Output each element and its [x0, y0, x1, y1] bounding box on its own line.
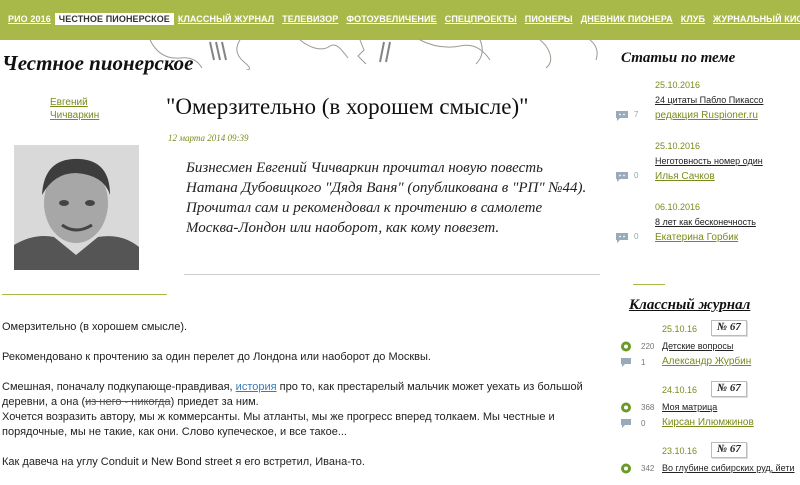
article-lead: Бизнесмен Евгений Чичваркин прочитал нов… — [186, 160, 587, 236]
article-date: 12 марта 2014 09:39 — [168, 133, 249, 143]
text-span: Смешная, поначалу подкупающе-правдивая, — [2, 381, 236, 393]
related-title-link[interactable]: 8 лет как бесконечность — [655, 217, 756, 227]
top-navigation-bar: РИО 2016 ЧЕСТНОЕ ПИОНЕРСКОЕ КЛАССНЫЙ ЖУР… — [0, 0, 800, 70]
paragraph: Омерзительно (в хорошем смысле). — [2, 321, 188, 333]
nav-item-class-journal[interactable]: КЛАССНЫЙ ЖУРНАЛ — [174, 13, 278, 25]
article-body: Омерзительно (в хорошем смысле). Рекомен… — [2, 320, 602, 485]
nav-item-tv[interactable]: ТЕЛЕВИЗОР — [278, 13, 342, 25]
views-count: 220 — [641, 342, 655, 351]
comments-count: 0 — [634, 232, 639, 241]
journal-date: 24.10.16 — [662, 385, 698, 395]
related-author-link[interactable]: Екатерина Горбик — [655, 232, 738, 243]
issue-badge[interactable]: № 67 — [711, 381, 747, 397]
comments-icon — [621, 419, 631, 428]
comments-count: 1 — [641, 358, 646, 367]
comments-icon — [616, 111, 628, 121]
article-title: "Омерзительно (в хорошем смысле)" — [166, 94, 529, 119]
journal-title-link[interactable]: Детские вопросы — [662, 341, 733, 351]
related-date: 06.10.2016 — [655, 202, 701, 212]
nav-item-pioneers[interactable]: ПИОНЕРЫ — [521, 13, 577, 25]
comments-icon — [621, 358, 631, 367]
lead-divider — [184, 274, 600, 275]
related-author-link[interactable]: Илья Сачков — [655, 171, 715, 182]
journal-title-link[interactable]: Во глубине сибирских руд, йети — [662, 463, 795, 473]
journal-date: 25.10.16 — [662, 324, 698, 334]
nav-item-rio2016[interactable]: РИО 2016 — [4, 13, 55, 25]
main-nav: РИО 2016 ЧЕСТНОЕ ПИОНЕРСКОЕ КЛАССНЫЙ ЖУР… — [4, 13, 800, 25]
views-count: 368 — [641, 403, 655, 412]
comments-count: 0 — [634, 171, 639, 180]
comments-icon — [616, 233, 628, 243]
related-author-link[interactable]: редакция Ruspioner.ru — [655, 110, 758, 121]
author-first-name: Евгений — [50, 97, 88, 108]
journal-author-link[interactable]: Кирсан Илюмжинов — [662, 417, 754, 428]
nav-item-honest-pioneer[interactable]: ЧЕСТНОЕ ПИОНЕРСКОЕ — [54, 13, 174, 25]
author-photo — [14, 145, 139, 270]
nav-item-special[interactable]: СПЕЦПРОЕКТЫ — [441, 13, 521, 25]
comments-count: 7 — [634, 110, 639, 119]
class-journal-title-link[interactable]: Классный журнал — [629, 297, 750, 314]
related-articles-title: Статьи по теме — [621, 50, 736, 66]
paragraph: Рекомендовано к прочтению за один переле… — [2, 351, 431, 363]
related-date: 25.10.2016 — [655, 80, 701, 90]
strikethrough-text: из него - никогда — [85, 396, 171, 408]
text-span: ) приедет за ним. — [170, 396, 259, 408]
nav-item-photo[interactable]: ФОТОУВЕЛИЧЕНИЕ — [342, 13, 440, 25]
journal-date: 23.10.16 — [662, 446, 698, 456]
related-title-link[interactable]: 24 цитаты Пабло Пикассо — [655, 95, 763, 105]
nav-item-club[interactable]: КЛУБ — [677, 13, 709, 25]
related-title-link[interactable]: Неготовность номер один — [655, 156, 763, 166]
issue-badge[interactable]: № 67 — [711, 320, 747, 336]
nav-item-kiosk[interactable]: ЖУРНАЛЬНЫЙ КИОСК — [709, 13, 800, 25]
author-name-link[interactable]: Евгений Чичваркин — [50, 96, 120, 122]
text-span: Хочется возразить автору, мы ж коммерсан… — [2, 411, 555, 438]
paragraph: Как давеча на углу Conduit и New Bond st… — [2, 456, 365, 468]
comments-count: 0 — [641, 419, 646, 428]
eye-icon — [621, 402, 631, 413]
section-title: Честное пионерское — [2, 51, 194, 75]
left-divider — [2, 294, 167, 295]
story-link[interactable]: история — [236, 381, 277, 393]
sidebar-divider — [633, 284, 665, 285]
related-date: 25.10.2016 — [655, 141, 701, 151]
paragraph: Смешная, поначалу подкупающе-правдивая, … — [2, 380, 602, 440]
author-last-name: Чичваркин — [50, 110, 100, 121]
comments-icon — [616, 172, 628, 182]
issue-badge[interactable]: № 67 — [711, 442, 747, 458]
journal-author-link[interactable]: Александр Журбин — [662, 356, 751, 367]
eye-icon — [621, 463, 631, 474]
journal-title-link[interactable]: Моя матрица — [662, 402, 717, 412]
eye-icon — [621, 341, 631, 352]
nav-item-diary[interactable]: ДНЕВНИК ПИОНЕРА — [577, 13, 677, 25]
views-count: 342 — [641, 464, 655, 473]
